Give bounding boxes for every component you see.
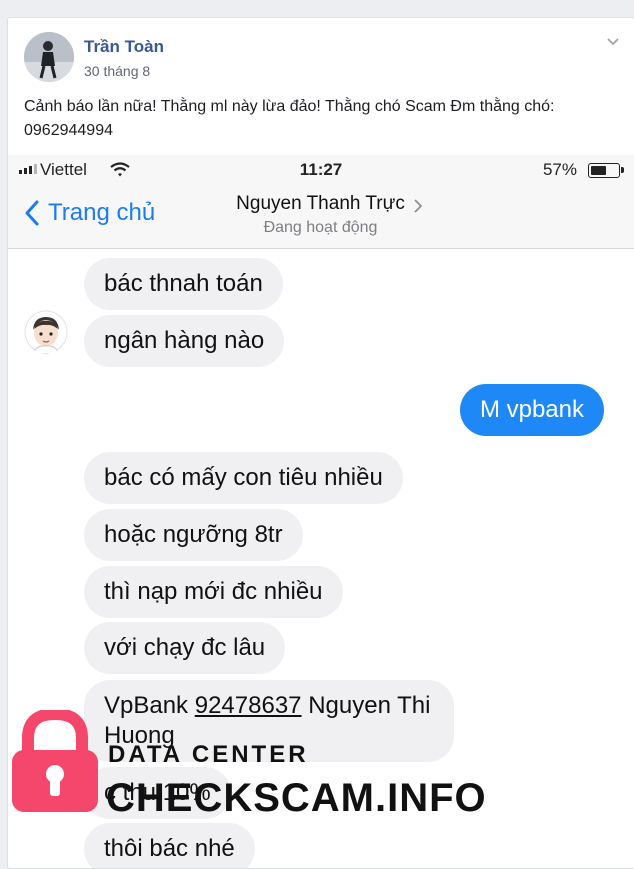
incoming-message: bác có mấy con tiêu nhiều bbox=[84, 452, 403, 504]
author-name[interactable]: Trần Toàn bbox=[84, 37, 164, 57]
clock: 11:27 bbox=[299, 160, 343, 179]
back-chevron-icon bbox=[25, 200, 39, 226]
watermark-subtitle: DATA CENTER bbox=[108, 741, 309, 768]
account-number[interactable]: 92478637 bbox=[195, 692, 302, 719]
post-date[interactable]: 30 tháng 8 bbox=[84, 63, 150, 79]
contact-name: Nguyen Thanh Trực bbox=[236, 193, 405, 214]
watermark-title: CHECKSCAM.INFO bbox=[106, 776, 487, 820]
incoming-message: thôi bác nhé bbox=[84, 823, 255, 868]
outgoing-message: M vpbank bbox=[459, 384, 604, 436]
contact-avatar bbox=[24, 310, 68, 354]
incoming-message: bác thnah toán bbox=[84, 258, 283, 310]
contact-status: Đang hoạt động bbox=[263, 219, 378, 236]
status-bar: Viettel 11:27 57% bbox=[8, 155, 634, 185]
chat-screenshot: Viettel 11:27 57% Trang chủ Nguyen Thanh… bbox=[8, 155, 634, 868]
bank-name: VpBank bbox=[104, 692, 189, 719]
incoming-message: thì nạp mới đc nhiều bbox=[84, 566, 343, 618]
battery-icon bbox=[588, 163, 624, 178]
contact-info[interactable]: Nguyen Thanh Trực Đang hoạt động bbox=[218, 193, 423, 237]
lock-icon bbox=[12, 710, 98, 812]
post-text: Cảnh báo lần nữa! Thằng ml này lừa đảo! … bbox=[24, 98, 555, 139]
incoming-message: ngân hàng nào bbox=[84, 315, 285, 367]
incoming-message: với chạy đc lâu bbox=[84, 622, 286, 674]
chat-header: Trang chủ Nguyen Thanh Trực Đang hoạt độ… bbox=[8, 185, 634, 249]
back-button[interactable]: Trang chủ bbox=[24, 199, 155, 227]
author-avatar[interactable] bbox=[24, 32, 74, 82]
chevron-down-icon[interactable] bbox=[606, 34, 620, 48]
battery-percent: 57% bbox=[542, 160, 577, 179]
incoming-message: hoặc ngưỡng 8tr bbox=[84, 509, 303, 561]
facebook-post-card: Trần Toàn 30 tháng 8 Cảnh báo lần nữa! T… bbox=[7, 17, 634, 869]
chevron-right-icon bbox=[414, 199, 423, 213]
back-label: Trang chủ bbox=[48, 199, 156, 226]
